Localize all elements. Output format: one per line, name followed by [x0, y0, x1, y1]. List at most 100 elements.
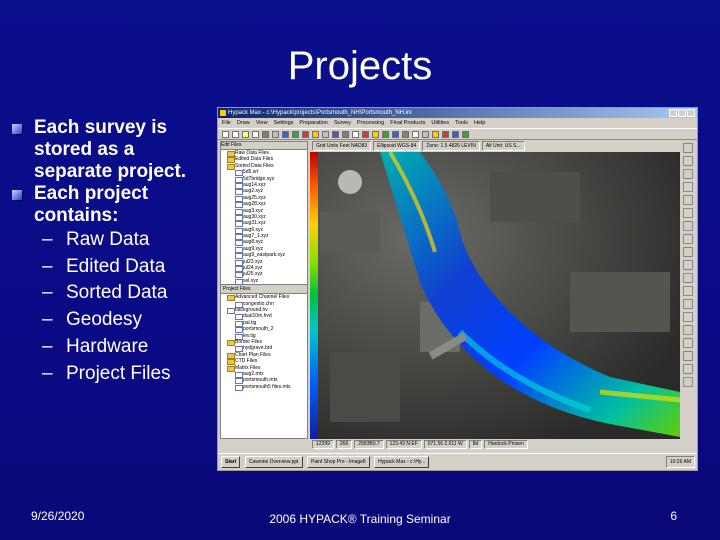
close-icon — [687, 109, 695, 117]
toolbar-icon — [442, 131, 449, 138]
toolbar-icon — [332, 131, 339, 138]
file-icon — [235, 278, 243, 285]
map-tool-icon — [683, 351, 693, 361]
file-icon — [235, 384, 243, 391]
bullet-item: Each survey is stored as a separate proj… — [10, 117, 215, 183]
map-tool-icon — [683, 286, 693, 296]
toolbar-icon — [452, 131, 459, 138]
map-tool-icon — [683, 169, 693, 179]
toolbar-icon — [292, 131, 299, 138]
windows-taskbar: Start Cawnine Overview.ppt Paint Shop Pr… — [218, 453, 697, 470]
window-controls — [669, 109, 695, 117]
status-field: 12299 — [312, 440, 334, 449]
menu-item: Processing — [356, 120, 385, 126]
survey-map-image — [310, 152, 680, 439]
menu-item: Final Products — [390, 120, 426, 126]
map-tool-icon — [683, 195, 693, 205]
menu-item: Utilities — [431, 120, 450, 126]
map-info-field: Alt Unit: US S... — [481, 141, 525, 151]
toolbar-icon — [242, 131, 249, 138]
map-tool-icon — [683, 338, 693, 348]
map-info-field: Ellipsoid WGS-84 — [373, 141, 421, 151]
menu-item: View — [255, 120, 268, 126]
map-tool-icon — [683, 221, 693, 231]
toolbar-icon — [402, 131, 409, 138]
menu-item: Help — [473, 120, 486, 126]
sub-bullet-item: – Edited Data — [42, 255, 166, 277]
taskbar-item: Cawnine Overview.ppt — [244, 456, 303, 468]
map-info-field: Grid Units Feet NAD83 — [312, 141, 372, 151]
start-button: Start — [221, 456, 241, 468]
map-tool-icon — [683, 260, 693, 270]
taskbar-item: Paint Shop Pro - Image8 — [306, 456, 370, 468]
toolbar-icon — [302, 131, 309, 138]
menu-item: Preparation — [299, 120, 328, 126]
hypack-screenshot: Hypack Max - c:\Hypack\projects\Portsmou… — [217, 107, 698, 471]
bullet-marker-icon — [12, 124, 22, 134]
sub-bullet-list: – Raw Data – Edited Data – Sorted Data – Geo… — [10, 227, 215, 387]
bullet-item: Each project contains: — [10, 183, 215, 227]
toolbar-icon — [322, 131, 329, 138]
map-tool-icon — [683, 182, 693, 192]
toolbar-icon — [372, 131, 379, 138]
toolbar-icon — [412, 131, 419, 138]
toolbar-icon — [362, 131, 369, 138]
bullet-marker-icon — [12, 190, 22, 200]
status-field: 071.56 2.011 W — [423, 440, 467, 449]
toolbar-icon — [422, 131, 429, 138]
tree-file: portsmouth5 files.mtx — [221, 384, 307, 391]
bullet-text: Each project contains: — [34, 183, 149, 226]
toolbar-icon — [382, 131, 389, 138]
map-tool-icon — [683, 377, 693, 387]
taskbar-item: Hypack Max - c:\Hy... — [374, 456, 430, 468]
menu-item: Survey — [333, 120, 351, 126]
menu-item: File — [222, 120, 231, 126]
bullet-list: Each survey is stored as a separate proj… — [10, 117, 215, 387]
toolbar — [218, 128, 697, 140]
map-tool-icon — [683, 299, 693, 309]
tree-file: sel.xyz — [221, 278, 307, 285]
survey-map — [310, 152, 680, 439]
toolbar-icon — [252, 131, 259, 138]
right-toolbar — [683, 141, 695, 439]
toolbar-icon — [282, 131, 289, 138]
project-files-header: Project Files — [221, 284, 307, 295]
map-tool-icon — [683, 156, 693, 166]
menu-item: Draw — [236, 120, 250, 126]
map-tool-icon — [683, 208, 693, 218]
toolbar-icon — [272, 131, 279, 138]
menu-item: Settings — [273, 120, 294, 126]
toolbar-icon — [342, 131, 349, 138]
project-tree-panel: Edit Files Raw Data Files Edited Data Fil… — [220, 141, 308, 439]
map-info-bar: Grid Units Feet NAD83 Ellipsoid WGS-84 Zon… — [310, 141, 680, 152]
map-tool-icon — [683, 234, 693, 244]
system-clock: 10:26 AM — [665, 456, 695, 468]
depth-color-scale — [310, 152, 318, 439]
app-icon — [220, 110, 226, 116]
menu-item: Tools — [455, 120, 468, 126]
status-field: 266 — [335, 440, 353, 449]
toolbar-icon — [392, 131, 399, 138]
menu-bar: File Draw View Settings Preparation Survey Pro… — [218, 118, 697, 128]
toolbar-icon — [312, 131, 319, 138]
map-tool-icon — [683, 312, 693, 322]
bullet-text: Each survey is stored as a separate proj… — [34, 117, 187, 182]
map-tool-icon — [683, 143, 693, 153]
sub-bullet-item: – Geodesy — [42, 309, 143, 331]
window-titlebar: Hypack Max - c:\Hypack\projects\Portsmou… — [218, 108, 697, 118]
slide-title: Projects — [287, 44, 433, 88]
tree-header: Edit Files — [221, 142, 307, 150]
toolbar-icon — [262, 131, 269, 138]
sub-bullet-item: – Hardware — [42, 335, 149, 357]
footer-title: 2006 HYPACK® Training Seminar — [269, 512, 451, 526]
toolbar-icon — [222, 131, 229, 138]
status-field: 8d — [468, 440, 483, 449]
map-tool-icon — [683, 273, 693, 283]
status-field: 2993B0.7 — [354, 440, 384, 449]
map-info-field: Zone: 1.5 4826 LEVIN — [422, 141, 480, 151]
sub-bullet-item: – Sorted Data — [42, 282, 168, 304]
sub-bullet-item: – Project Files — [42, 362, 171, 384]
toolbar-icon — [232, 131, 239, 138]
minimize-icon — [669, 109, 677, 117]
map-tool-icon — [683, 247, 693, 257]
